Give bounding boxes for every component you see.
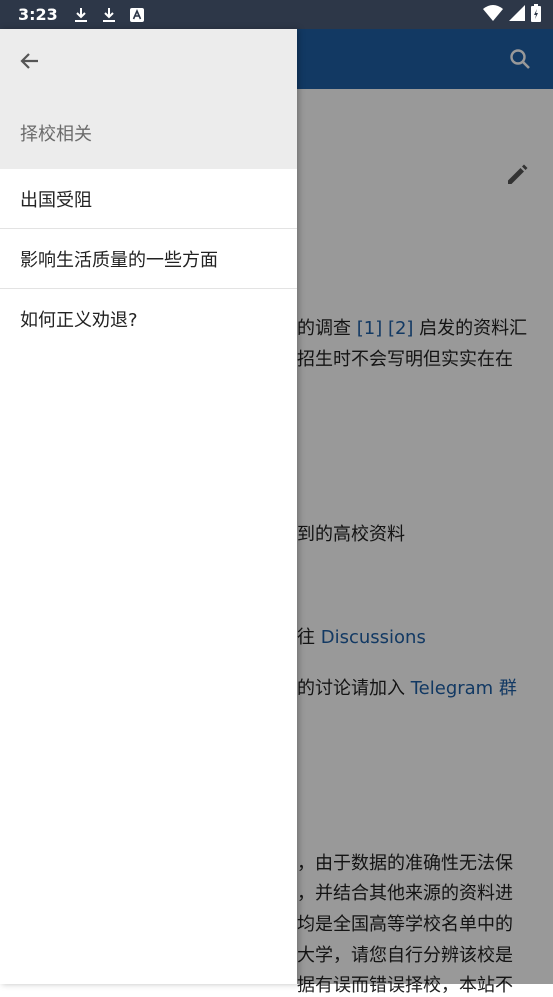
download-icon: [72, 6, 90, 24]
drawer-item[interactable]: 如何正义劝退?: [0, 289, 297, 349]
battery-icon: [531, 3, 541, 26]
status-time: 3:23: [18, 5, 58, 24]
drawer-item[interactable]: 出国受阻: [0, 169, 297, 229]
wifi-icon: [483, 4, 503, 25]
status-indicators: [483, 3, 541, 26]
back-arrow-icon[interactable]: [14, 45, 46, 77]
drawer-section-title: 择校相关: [20, 124, 92, 145]
drawer-header: 择校相关: [0, 29, 297, 169]
signal-icon: [509, 4, 525, 25]
font-icon: [128, 6, 146, 24]
status-bar: 3:23: [0, 0, 553, 29]
download-icon: [100, 6, 118, 24]
drawer-item[interactable]: 影响生活质量的一些方面: [0, 229, 297, 289]
navigation-drawer: 择校相关 出国受阻 影响生活质量的一些方面 如何正义劝退?: [0, 29, 297, 984]
drawer-list: 出国受阻 影响生活质量的一些方面 如何正义劝退?: [0, 169, 297, 349]
